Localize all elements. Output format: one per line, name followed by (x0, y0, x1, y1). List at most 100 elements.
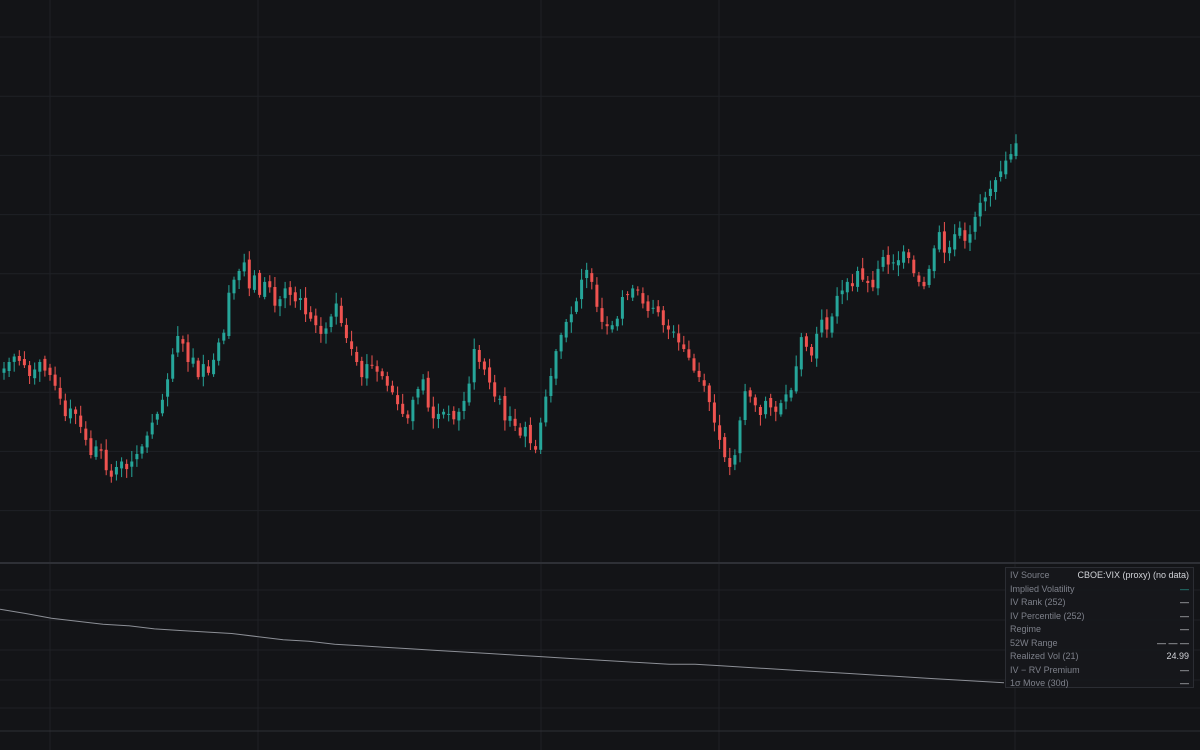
candle-body (656, 306, 660, 313)
candle-body (825, 317, 829, 330)
candle-body (753, 397, 757, 406)
candle-body (748, 390, 752, 397)
candle-body (733, 455, 737, 465)
candle-body (615, 318, 619, 327)
candle-body (988, 188, 992, 196)
candle-body (902, 251, 906, 263)
candle-body (590, 273, 594, 282)
candle-body (820, 319, 824, 333)
candle-body (12, 356, 16, 362)
candle-body (232, 279, 236, 294)
regime-label: Regime (1010, 624, 1042, 634)
candle-body (963, 230, 967, 241)
candle-body (160, 399, 164, 414)
candle-body (212, 359, 216, 375)
candle-body (605, 324, 609, 327)
candle-body (324, 328, 328, 334)
candle-body (728, 458, 732, 467)
iv-percentile-label: IV Percentile (252) (1010, 610, 1085, 621)
iv-source-value: CBOE:VIX (proxy) (no data) (1077, 570, 1189, 580)
iv-rank-label: IV Rank (252) (1010, 597, 1066, 607)
candle-body (452, 410, 456, 420)
candle-body (273, 287, 277, 306)
candle-body (416, 389, 420, 398)
candle-body (631, 288, 635, 298)
candle-body (74, 409, 78, 414)
52w-range-value: — — — (1156, 637, 1189, 648)
candle-body (856, 271, 860, 287)
candle-body (574, 301, 578, 312)
candle-body (1009, 154, 1013, 160)
candle-body (968, 234, 972, 243)
candle-body (554, 351, 558, 379)
candle-body (63, 400, 67, 417)
candle-body (948, 247, 952, 254)
candle-body (365, 364, 369, 379)
candle-body (339, 305, 343, 323)
candle-body (682, 344, 686, 349)
realized-vol-label: Realized Vol (21) (1010, 651, 1079, 661)
candle-body (927, 268, 931, 285)
iv-rv-premium-label: IV − RV Premium (1010, 664, 1080, 675)
candle-body (651, 307, 655, 309)
candle-body (38, 362, 42, 372)
candle-body (498, 398, 502, 400)
candle-body (385, 376, 389, 386)
candle-body (109, 470, 113, 477)
candle-body (896, 260, 900, 266)
candle-body (431, 406, 435, 419)
candle-body (135, 454, 139, 460)
candle-body (360, 360, 364, 378)
candle-body (314, 315, 318, 326)
candle-body (411, 399, 415, 422)
candle-body (850, 283, 854, 287)
candle-body (237, 271, 241, 281)
candle-body (784, 394, 788, 402)
candle-body (1014, 143, 1018, 156)
candle-body (201, 364, 205, 377)
candle-body (196, 360, 200, 378)
candle-body (620, 297, 624, 319)
candle-body (263, 281, 267, 297)
candle-body (794, 366, 798, 392)
candle-body (861, 268, 865, 280)
candle-body (242, 262, 246, 272)
candle-body (518, 427, 522, 436)
candle-body (380, 371, 384, 377)
candle-body (764, 400, 768, 415)
candle-body (350, 341, 354, 349)
candle-body (488, 367, 492, 383)
candle-body (426, 377, 430, 408)
candle-body (697, 370, 701, 378)
candle-body (319, 325, 323, 334)
candle-body (789, 390, 793, 398)
candle-body (549, 376, 553, 396)
candle-body (585, 269, 589, 278)
candle-body (2, 368, 6, 373)
candle-body (513, 418, 517, 426)
iv-source-label: IV Source (1010, 570, 1050, 580)
candle-body (79, 415, 83, 427)
candle-body (457, 411, 461, 421)
candle-body (718, 425, 722, 440)
candle-body (687, 349, 691, 358)
candle-body (738, 420, 742, 454)
candle-body (886, 254, 890, 265)
candle-body (564, 321, 568, 338)
candle-body (999, 171, 1003, 177)
candle-body (672, 331, 676, 333)
candle-body (876, 268, 880, 289)
candle-body (227, 292, 231, 336)
candle-body (304, 297, 308, 315)
iv-source-row: IV Source CBOE:VIX (proxy) (no data) (1010, 569, 1189, 583)
candle-body (33, 369, 37, 379)
candle-body (344, 324, 348, 339)
candle-body (569, 314, 573, 323)
candle-body (937, 232, 941, 250)
candle-body (150, 422, 154, 435)
candle-body (28, 365, 32, 376)
candle-body (278, 299, 282, 307)
iv-rank-row: IV Rank (252) — (1010, 596, 1189, 610)
implied-volatility-value: — (1180, 583, 1189, 594)
candle-body (472, 349, 476, 383)
